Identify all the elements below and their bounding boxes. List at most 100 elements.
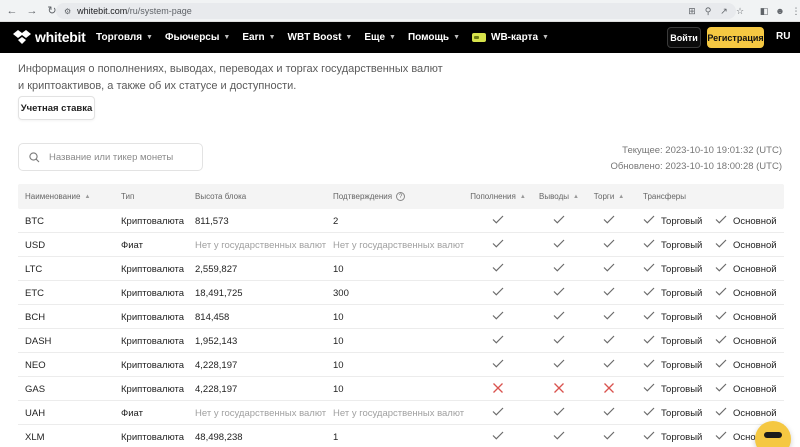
nav-label: Еще — [364, 32, 386, 43]
nav-futures[interactable]: Фьючерсы ▼ — [165, 32, 230, 43]
table-row: XLM Криптовалюта 48,498,238 1 Торговый О… — [18, 425, 784, 447]
nav-wb-card[interactable]: WB-карта ▼ — [472, 32, 549, 43]
header-confirmations: Подтверждения? — [333, 184, 406, 209]
header-deposits[interactable]: Пополнения ▲ — [470, 184, 526, 209]
check-icon — [492, 335, 504, 347]
current-time: Текущее: 2023-10-10 19:01:32 (UTC) — [622, 145, 782, 156]
accounting-rate-button[interactable]: Учетная ставка — [18, 96, 95, 120]
cell-transfer-trading: Торговый — [643, 329, 702, 353]
check-icon — [643, 263, 655, 275]
chevron-down-icon: ▼ — [268, 34, 276, 41]
check-icon — [643, 383, 655, 395]
check-icon — [603, 239, 615, 251]
cell-trading — [594, 353, 624, 377]
header-withdrawals[interactable]: Выводы ▲ — [539, 184, 579, 209]
transfer-label: Торговый — [661, 239, 703, 251]
table-row: BCH Криптовалюта 814,458 10 Торговый Осн… — [18, 305, 784, 329]
check-icon — [643, 359, 655, 371]
profile-icon[interactable]: ☻ — [772, 3, 788, 19]
browser-toolbar: ← → ↻ ⚙ whitebit.com/ru/system-page ⊞ ⚲ … — [0, 0, 800, 22]
cell-deposits — [472, 329, 524, 353]
system-status-table: Наименование ▲ Тип Высота блока Подтвержд… — [18, 184, 784, 447]
login-button[interactable]: Войти — [667, 27, 701, 48]
cell-withdrawals — [539, 305, 579, 329]
chevron-down-icon: ▼ — [146, 34, 153, 41]
updated-time: Обновлено: 2023-10-10 18:00:28 (UTC) — [610, 161, 782, 172]
chevron-down-icon: ▼ — [345, 34, 353, 41]
cell-trading — [594, 281, 624, 305]
table-row: DASH Криптовалюта 1,952,143 10 Торговый … — [18, 329, 784, 353]
whitebit-logo[interactable]: whitebit — [12, 29, 86, 45]
cell-withdrawals — [539, 329, 579, 353]
logo-mark-icon — [13, 30, 31, 44]
check-icon — [603, 335, 615, 347]
check-icon — [492, 239, 504, 251]
cell-withdrawals — [539, 257, 579, 281]
install-icon[interactable]: ⊞ — [684, 3, 700, 19]
transfer-label: Торговый — [661, 263, 703, 275]
chevron-down-icon: ▼ — [389, 34, 396, 41]
coin-search[interactable] — [18, 143, 203, 171]
header-trading[interactable]: Торги ▲ — [594, 184, 625, 209]
transfer-label: Торговый — [661, 335, 703, 347]
cell-confirmations: 2 — [333, 215, 339, 227]
cell-withdrawals — [539, 353, 579, 377]
cell-name: DASH — [25, 335, 52, 347]
check-icon — [553, 287, 565, 299]
transfer-label: Основной — [733, 239, 777, 251]
sort-icon: ▲ — [84, 193, 91, 200]
cell-confirmations: 10 — [333, 335, 344, 347]
nav-help[interactable]: Помощь ▼ — [408, 32, 460, 43]
check-icon — [643, 287, 655, 299]
cell-transfer-trading: Торговый — [643, 209, 702, 233]
check-icon — [643, 335, 655, 347]
cell-transfer-trading: Торговый — [643, 305, 702, 329]
header-label: Пополнения — [470, 192, 516, 201]
back-icon[interactable]: ← — [4, 3, 20, 19]
check-icon — [715, 407, 727, 419]
sidepanel-icon[interactable]: ◧ — [756, 3, 772, 19]
check-icon — [603, 407, 615, 419]
header-name[interactable]: Наименование ▲ — [25, 184, 90, 209]
language-switch[interactable]: RU — [776, 31, 790, 42]
site-info-icon[interactable]: ⚙ — [64, 7, 71, 16]
forward-icon[interactable]: → — [24, 3, 40, 19]
table-row: NEO Криптовалюта 4,228,197 10 Торговый О… — [18, 353, 784, 377]
sort-icon: ▲ — [519, 193, 526, 200]
check-icon — [715, 335, 727, 347]
cell-transfer-trading: Торговый — [643, 281, 702, 305]
address-bar[interactable]: ⚙ whitebit.com/ru/system-page — [56, 3, 736, 19]
help-icon[interactable]: ? — [396, 192, 406, 201]
nav-wbt-boost[interactable]: WBT Boost ▼ — [288, 32, 353, 43]
cell-type: Криптовалюта — [121, 359, 185, 371]
check-icon — [492, 407, 504, 419]
cell-name: ETC — [25, 287, 44, 299]
menu-icon[interactable]: ⋮ — [788, 3, 800, 19]
table-body: BTC Криптовалюта 811,573 2 Торговый Осно… — [18, 209, 784, 447]
chevron-down-icon: ▼ — [223, 34, 231, 41]
cell-height: 811,573 — [195, 215, 229, 227]
nav-earn[interactable]: Earn ▼ — [242, 32, 275, 43]
cell-confirmations: Нет у государственных валют — [333, 407, 465, 419]
cell-transfer-trading: Торговый — [643, 257, 702, 281]
transfer-label: Торговый — [661, 215, 703, 227]
cell-trading — [594, 425, 624, 447]
check-icon — [643, 407, 655, 419]
nav-trading[interactable]: Торговля ▼ — [96, 32, 153, 43]
cell-type: Криптовалюта — [121, 263, 185, 275]
bookmark-star-icon[interactable]: ☆ — [732, 3, 748, 19]
url-host: whitebit.com — [77, 6, 128, 16]
check-icon — [603, 431, 615, 443]
zoom-icon[interactable]: ⚲ — [700, 3, 716, 19]
register-button[interactable]: Регистрация — [707, 27, 764, 48]
nav-more[interactable]: Еще ▼ — [364, 32, 396, 43]
share-icon[interactable]: ↗ — [716, 3, 732, 19]
cell-transfer-main: Основной — [715, 281, 777, 305]
chat-button[interactable] — [755, 421, 791, 447]
search-input[interactable] — [49, 151, 197, 163]
cell-withdrawals — [539, 209, 579, 233]
cell-height: 18,491,725 — [195, 287, 243, 299]
check-icon — [603, 359, 615, 371]
transfer-label: Торговый — [661, 311, 703, 323]
cell-trading — [594, 209, 624, 233]
